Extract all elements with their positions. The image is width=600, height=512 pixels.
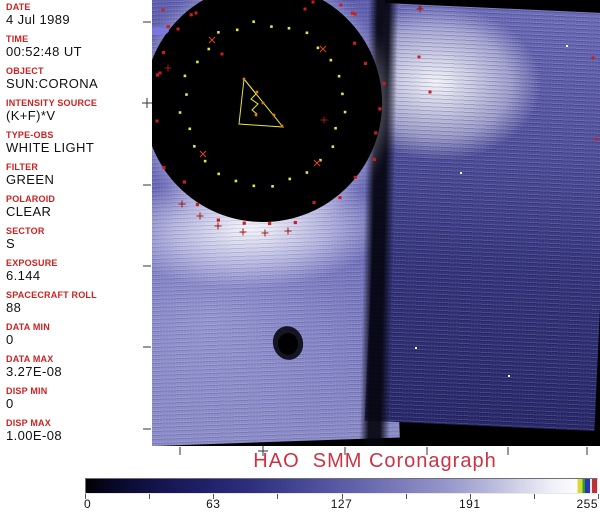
metadata-field: POLAROID CLEAR — [6, 194, 152, 219]
colorbar-tick-label: 127 — [330, 497, 353, 511]
metadata-field-value: 4 Jul 1989 — [6, 12, 70, 27]
metadata-field-value: (K+F)*V — [6, 108, 56, 123]
colorbar-tick-label: 255 — [576, 497, 598, 511]
metadata-field-value: CLEAR — [6, 204, 52, 219]
metadata-field-label: OBJECT — [6, 66, 44, 76]
colorbar: 0 63 127 191 255 — [84, 477, 599, 511]
metadata-field-label: SPACECRAFT ROLL — [6, 290, 97, 300]
metadata-field-label: EXPOSURE — [6, 258, 58, 268]
metadata-field: OBJECT SUN:CORONA — [6, 66, 152, 91]
metadata-field-value: 00:52:48 UT — [6, 44, 82, 59]
metadata-field-value: WHITE LIGHT — [6, 140, 95, 155]
metadata-field: DISP MIN 0 — [6, 386, 152, 411]
metadata-field: DISP MAX 1.00E-08 — [6, 418, 152, 443]
metadata-field-value: 88 — [6, 300, 22, 315]
metadata-field: DATA MAX 3.27E-08 — [6, 354, 152, 379]
metadata-field-value: 6.144 — [6, 268, 41, 283]
metadata-field-value: SUN:CORONA — [6, 76, 99, 91]
metadata-field-label: DATA MAX — [6, 354, 54, 364]
metadata-field-label: TYPE-OBS — [6, 130, 54, 140]
metadata-field: TIME 00:52:48 UT — [6, 34, 152, 59]
metadata-field-value: GREEN — [6, 172, 55, 187]
colorbar-tick-label: 63 — [206, 497, 221, 511]
metadata-field-value: 0 — [6, 396, 14, 411]
metadata-field: SECTOR S — [6, 226, 152, 251]
metadata-field: SPACECRAFT ROLL 88 — [6, 290, 152, 315]
metadata-field-value: S — [6, 236, 16, 251]
metadata-field-value: 1.00E-08 — [6, 428, 62, 443]
metadata-field-label: DATE — [6, 2, 31, 12]
colorbar-tick — [598, 494, 599, 499]
metadata-field-value: 0 — [6, 332, 14, 347]
metadata-field-label: DISP MAX — [6, 418, 51, 428]
metadata-field-label: TIME — [6, 34, 29, 44]
colorbar-tick-label: 191 — [458, 497, 481, 511]
colorbar-labels: 0 63 127 191 255 — [84, 497, 598, 511]
metadata-field-label: POLAROID — [6, 194, 56, 204]
metadata-field: TYPE-OBS WHITE LIGHT — [6, 130, 152, 155]
metadata-field: DATA MIN 0 — [6, 322, 152, 347]
metadata-field: DATE 4 Jul 1989 — [6, 2, 152, 27]
metadata-field-value: 3.27E-08 — [6, 364, 62, 379]
metadata-field-label: DISP MIN — [6, 386, 48, 396]
metadata-field-label: INTENSITY SOURCE — [6, 98, 98, 108]
metadata-field: FILTER GREEN — [6, 162, 152, 187]
metadata-field-label: SECTOR — [6, 226, 45, 236]
metadata-field: INTENSITY SOURCE (K+F)*V — [6, 98, 152, 123]
metadata-field-label: FILTER — [6, 162, 39, 172]
colorbar-gradient — [85, 478, 598, 494]
metadata-field: EXPOSURE 6.144 — [6, 258, 152, 283]
metadata-field-label: DATA MIN — [6, 322, 50, 332]
coronagraph-display[interactable] — [152, 0, 600, 446]
metadata-panel: DATE 4 Jul 1989 TIME 00:52:48 UT OBJECT … — [0, 0, 152, 446]
image-title: HAO SMM Coronagraph — [253, 450, 497, 472]
fiducial-overlay — [152, 0, 598, 377]
colorbar-tick-label: 0 — [84, 497, 92, 511]
